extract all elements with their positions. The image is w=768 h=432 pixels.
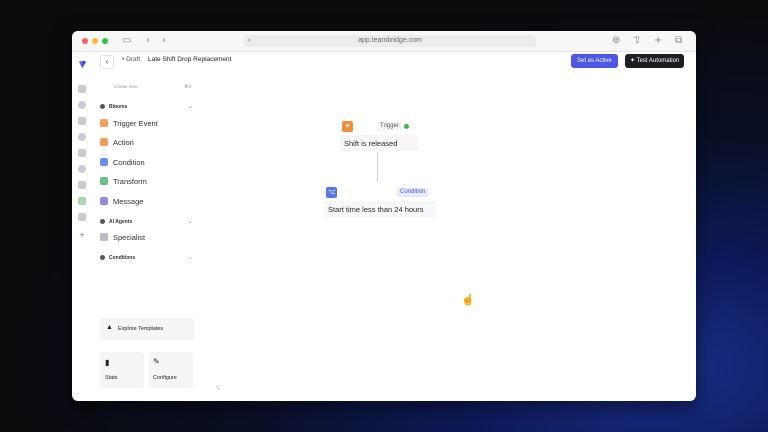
bolt-icon <box>100 119 108 127</box>
close-window-button[interactable] <box>82 38 88 44</box>
node-connector <box>377 152 378 182</box>
people-icon[interactable] <box>78 101 86 109</box>
grid-icon[interactable] <box>78 213 86 221</box>
fit-view-control[interactable]: ⤡ <box>216 385 219 390</box>
browser-toolbar: ▭ ‹ › ◐ app.teambridge.com ⊕ ⇪ + ⧉ <box>72 31 696 52</box>
bloom-action[interactable]: Action <box>100 138 134 148</box>
back-nav-icon[interactable]: ‹ <box>146 35 150 47</box>
action-icon <box>100 138 108 146</box>
condition-node-icon[interactable]: ⌥ <box>326 187 337 198</box>
condition-badge: Condition <box>397 188 429 197</box>
bloom-transform[interactable]: Transform <box>100 177 147 187</box>
tab-overview-icon[interactable]: ⧉ <box>675 35 682 47</box>
hand-cursor-icon: ☝ <box>461 294 475 306</box>
sparkle-icon: ✦ <box>630 58 636 64</box>
chevron-left-icon: ‹ <box>105 57 109 66</box>
new-tab-icon[interactable]: + <box>654 35 662 47</box>
add-icon[interactable]: + <box>78 231 86 240</box>
teambridge-logo-icon[interactable] <box>78 60 87 69</box>
calendar-icon[interactable] <box>78 149 86 157</box>
trigger-node-label: Shift is released <box>344 139 398 148</box>
inbox-icon[interactable] <box>78 117 86 125</box>
ai-agents-section-header[interactable]: AI Agents <box>100 219 132 225</box>
explore-templates-label: Explore Templates <box>118 326 164 332</box>
chart-icon[interactable] <box>78 181 86 189</box>
back-button[interactable]: ‹ <box>100 55 114 69</box>
test-automation-label: Test Automation <box>636 58 680 64</box>
bloom-sidebar: Create new... ⌘K Blooms ⌄ Trigger Event … <box>92 72 196 401</box>
ai-agents-icon <box>100 219 105 224</box>
eye-icon[interactable] <box>78 133 86 141</box>
configure-label: Configure <box>153 375 177 381</box>
draft-status: • Draft <box>122 56 141 63</box>
home-icon[interactable] <box>78 85 86 93</box>
bloom-message[interactable]: Message <box>100 197 143 207</box>
stats-label: Stats <box>105 375 118 381</box>
chevron-down-icon[interactable]: ⌄ <box>188 219 192 225</box>
trigger-node-icon[interactable]: ✦ <box>342 121 353 132</box>
url-text: app.teambridge.com <box>358 37 422 44</box>
forward-nav-icon[interactable]: › <box>162 35 166 47</box>
condition-icon <box>100 158 108 166</box>
trigger-node[interactable]: Shift is released <box>340 135 418 151</box>
zoom-out-control[interactable]: ˙ <box>216 370 217 375</box>
message-icon <box>100 197 108 205</box>
minimize-window-button[interactable] <box>92 38 98 44</box>
chevron-down-icon[interactable]: ⌄ <box>188 104 192 110</box>
agent-specialist[interactable]: Specialist <box>100 233 145 243</box>
app-header: ‹ • Draft Late Shift Drop Replacement Se… <box>72 51 696 72</box>
share-icon[interactable]: ⇪ <box>633 35 641 47</box>
condition-node-label: Start time less than 24 hours <box>328 205 424 214</box>
transform-icon <box>100 177 108 185</box>
shortcut-hint: ⌘K <box>184 84 192 89</box>
stats-button[interactable]: ▮ Stats <box>100 352 144 388</box>
browser-window: ▭ ‹ › ◐ app.teambridge.com ⊕ ⇪ + ⧉ ‹ • D… <box>72 31 696 401</box>
warning-icon: ▲ <box>106 324 113 331</box>
bloom-trigger-event[interactable]: Trigger Event <box>100 119 158 129</box>
clock-icon[interactable] <box>78 165 86 173</box>
blooms-section-header[interactable]: Blooms <box>100 104 127 110</box>
automation-icon[interactable] <box>78 197 86 205</box>
bloom-condition[interactable]: Condition <box>100 158 145 168</box>
zoom-window-button[interactable] <box>102 38 108 44</box>
test-automation-button[interactable]: ✦ Test Automation <box>625 54 685 68</box>
trigger-badge: Trigger <box>377 122 402 131</box>
download-icon[interactable]: ⊕ <box>612 35 620 47</box>
condition-node[interactable]: Start time less than 24 hours <box>324 201 436 217</box>
blooms-icon <box>100 104 105 109</box>
app-nav-rail: + <box>72 51 92 401</box>
set-active-button[interactable]: Set as Active <box>571 54 618 68</box>
status-dot <box>404 124 409 129</box>
person-icon <box>100 233 108 241</box>
configure-button[interactable]: ✎ Configure <box>149 352 193 388</box>
conditions-icon <box>100 255 105 260</box>
automation-title[interactable]: Late Shift Drop Replacement <box>148 56 231 63</box>
privacy-shield-icon: ◐ <box>248 37 253 44</box>
create-new-input[interactable]: Create new... <box>114 84 141 89</box>
wrench-icon: ✎ <box>153 357 160 366</box>
document-icon: ▮ <box>105 358 110 367</box>
explore-templates-button[interactable]: ▲ Explore Templates <box>100 318 194 340</box>
sidebar-toggle-icon[interactable]: ▭ <box>122 35 131 47</box>
chevron-down-icon[interactable]: ⌄ <box>188 255 192 261</box>
conditions-section-header[interactable]: Conditions <box>100 255 135 261</box>
address-bar[interactable]: ◐ app.teambridge.com <box>244 35 536 47</box>
zoom-in-control[interactable]: ˙ <box>216 353 217 358</box>
